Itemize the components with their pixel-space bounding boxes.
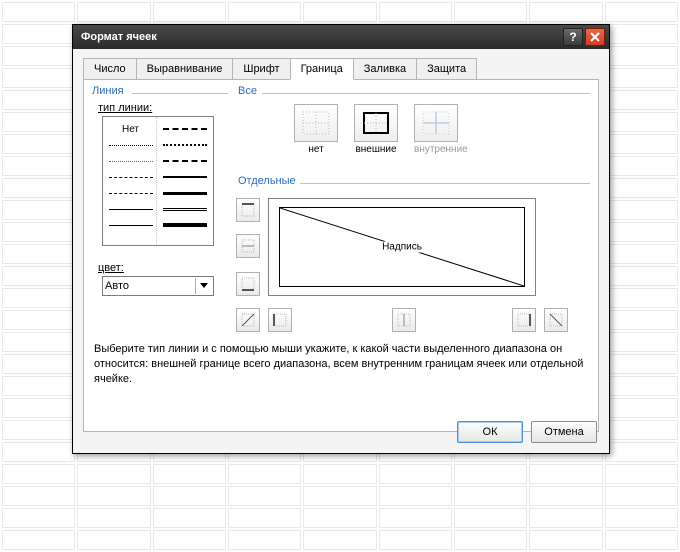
tab-alignment[interactable]: Выравнивание bbox=[136, 58, 234, 80]
preset-inside: внутренние bbox=[414, 104, 468, 155]
chevron-down-icon bbox=[195, 278, 211, 294]
line-style-item[interactable] bbox=[159, 217, 211, 233]
border-hmid-button[interactable] bbox=[236, 234, 260, 258]
help-button[interactable]: ? bbox=[563, 28, 583, 46]
line-style-item[interactable] bbox=[159, 201, 211, 217]
tab-protection[interactable]: Защита bbox=[416, 58, 477, 80]
line-section-title: Линия bbox=[88, 85, 128, 97]
presets-section-title: Все bbox=[234, 85, 261, 97]
preview-label: Надпись bbox=[380, 242, 424, 253]
border-preview[interactable]: Надпись bbox=[268, 198, 536, 296]
tab-number[interactable]: Число bbox=[83, 58, 137, 80]
line-style-none[interactable]: Нет bbox=[122, 124, 139, 135]
help-text: Выберите тип линии и с помощью мыши укаж… bbox=[94, 342, 588, 387]
border-outline-icon bbox=[361, 110, 391, 136]
tab-row: Число Выравнивание Шрифт Граница Заливка… bbox=[73, 49, 609, 79]
format-cells-dialog: Формат ячеек ? Число Выравнивание Шрифт … bbox=[72, 24, 610, 454]
ok-button[interactable]: ОК bbox=[457, 421, 523, 443]
line-style-item[interactable] bbox=[159, 121, 211, 137]
border-none-icon bbox=[301, 110, 331, 136]
line-style-item[interactable] bbox=[159, 169, 211, 185]
border-diag-down-button[interactable] bbox=[544, 308, 568, 332]
cancel-button[interactable]: Отмена bbox=[531, 421, 597, 443]
window-title: Формат ячеек bbox=[81, 31, 157, 43]
color-value: Авто bbox=[105, 280, 129, 292]
line-section: Линия тип линии: Нет bbox=[88, 86, 228, 326]
close-icon bbox=[590, 32, 600, 42]
color-label: цвет: bbox=[98, 262, 228, 274]
line-type-label: тип линии: bbox=[98, 102, 228, 114]
titlebar[interactable]: Формат ячеек ? bbox=[73, 25, 609, 49]
border-diag-up-button[interactable] bbox=[236, 308, 260, 332]
color-dropdown[interactable]: Авто bbox=[102, 276, 214, 296]
border-bottom-button[interactable] bbox=[236, 272, 260, 296]
line-style-item[interactable] bbox=[159, 153, 211, 169]
border-right-button[interactable] bbox=[512, 308, 536, 332]
border-vmid-button[interactable] bbox=[392, 308, 416, 332]
line-style-item[interactable] bbox=[105, 137, 156, 153]
preset-outline[interactable]: внешние bbox=[354, 104, 398, 155]
tab-border[interactable]: Граница bbox=[290, 58, 354, 80]
line-style-item[interactable] bbox=[105, 217, 156, 233]
preset-none[interactable]: нет bbox=[294, 104, 338, 155]
line-style-item[interactable] bbox=[159, 185, 211, 201]
line-style-item[interactable] bbox=[105, 169, 156, 185]
border-inside-icon bbox=[421, 110, 451, 136]
border-panel: Линия тип линии: Нет bbox=[83, 80, 599, 432]
close-button[interactable] bbox=[585, 28, 605, 46]
line-style-item[interactable] bbox=[105, 201, 156, 217]
border-left-button[interactable] bbox=[268, 308, 292, 332]
presets-section: Все нет внешние внутренние bbox=[234, 86, 590, 159]
line-style-item[interactable] bbox=[105, 185, 156, 201]
line-style-item[interactable] bbox=[159, 137, 211, 153]
border-editor: Надпись bbox=[234, 196, 590, 336]
border-top-button[interactable] bbox=[236, 198, 260, 222]
tab-font[interactable]: Шрифт bbox=[232, 58, 290, 80]
line-style-item[interactable] bbox=[105, 153, 156, 169]
separate-section-title: Отдельные bbox=[234, 175, 300, 187]
line-style-picker[interactable]: Нет bbox=[102, 116, 214, 246]
dialog-buttons: ОК Отмена bbox=[457, 421, 597, 443]
tab-fill[interactable]: Заливка bbox=[353, 58, 417, 80]
